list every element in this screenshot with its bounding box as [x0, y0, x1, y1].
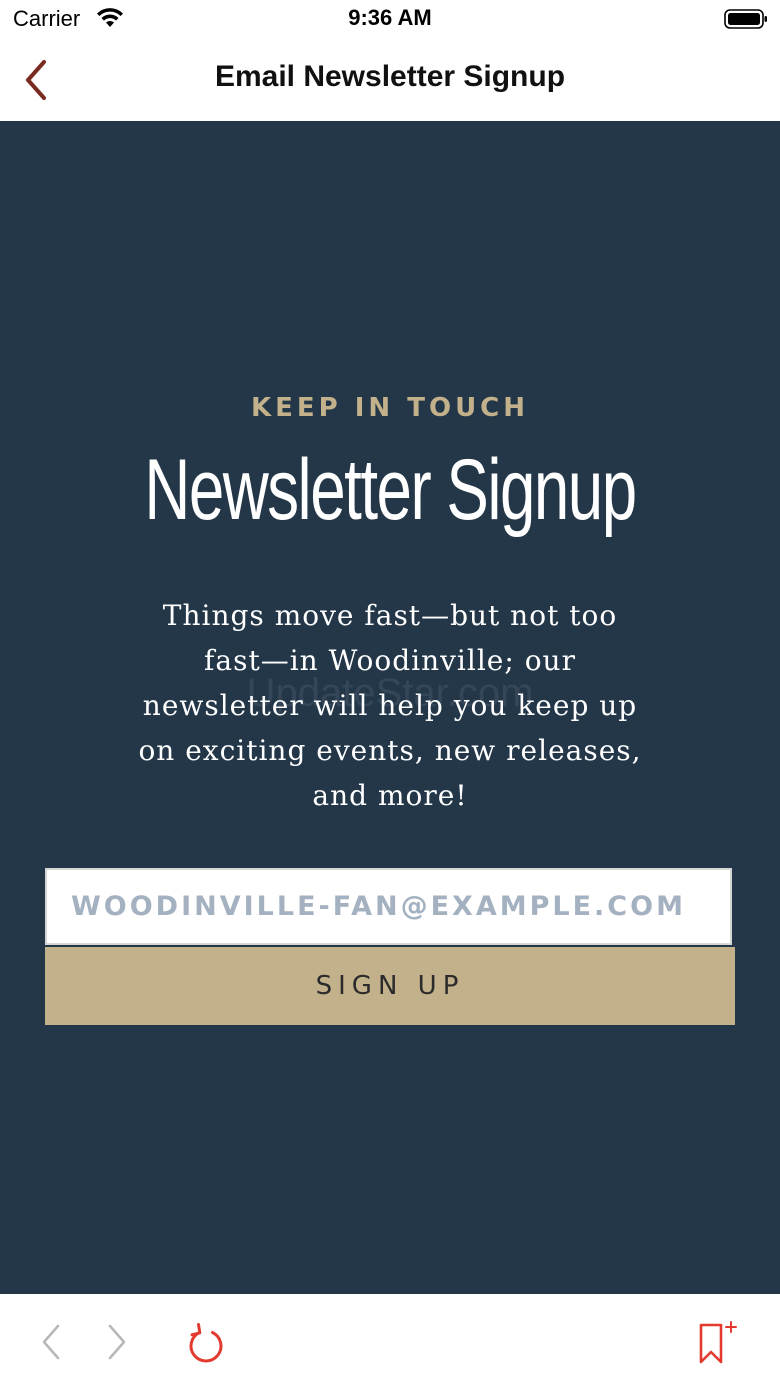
eyebrow-label: KEEP IN TOUCH — [250, 393, 530, 423]
reload-icon — [189, 1323, 223, 1363]
sign-up-button[interactable]: SIGN UP — [45, 947, 735, 1025]
email-field[interactable] — [45, 868, 732, 945]
battery-icon — [724, 9, 767, 29]
clock: 9:36 AM — [348, 5, 432, 30]
page-title: Email Newsletter Signup — [214, 60, 566, 93]
browser-toolbar — [0, 1294, 780, 1387]
toolbar-back-button[interactable] — [30, 1320, 70, 1364]
reload-button[interactable] — [186, 1320, 226, 1364]
toolbar-forward-button[interactable] — [98, 1320, 138, 1364]
status-bar: Carrier 9:36 AM — [0, 0, 780, 40]
newsletter-panel: KEEP IN TOUCH Newsletter Signup Things m… — [0, 121, 780, 1294]
chevron-right-icon — [108, 1324, 126, 1360]
newsletter-description: Things move fast—but not too fast—in Woo… — [138, 599, 642, 812]
bookmark-add-button[interactable] — [694, 1320, 737, 1364]
navigation-bar: Email Newsletter Signup — [0, 40, 780, 120]
newsletter-heading: Newsletter Signup — [144, 442, 637, 538]
bookmark-add-icon — [699, 1321, 737, 1364]
chevron-left-icon — [42, 1324, 60, 1360]
